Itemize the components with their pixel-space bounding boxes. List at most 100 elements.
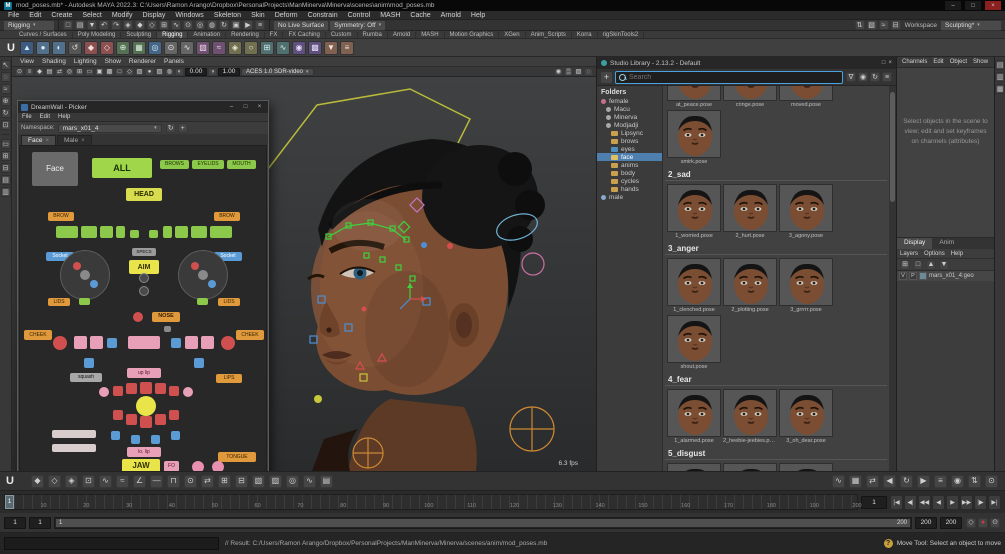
picker-control[interactable] — [73, 262, 81, 270]
picker-control[interactable] — [201, 336, 214, 349]
shelf-tab-animation[interactable]: Animation — [188, 32, 226, 38]
sort-icon[interactable]: ⇅ — [855, 20, 865, 30]
color-controls-icon[interactable]: ▩ — [308, 41, 322, 55]
mel-command-input[interactable] — [4, 537, 219, 550]
pose-thumbnail[interactable] — [667, 315, 721, 363]
picker-control[interactable] — [99, 387, 109, 397]
pose-item[interactable]: 2_hurt.pose — [723, 184, 777, 239]
selection-object-icon[interactable]: ◆ — [135, 20, 145, 30]
motion-trail-icon[interactable]: ∿ — [303, 475, 316, 488]
pose-icon[interactable]: ● — [36, 41, 50, 55]
delete-key-icon[interactable]: ◇ — [100, 41, 114, 55]
toolbox-toggle-icon[interactable]: ⊟ — [891, 20, 901, 30]
lattice-icon[interactable]: ⊞ — [260, 41, 274, 55]
menu-modify[interactable]: Modify — [107, 12, 138, 19]
paint-effects-icon[interactable]: ≈ — [879, 20, 889, 30]
safe-title-icon[interactable]: ◇ — [125, 68, 134, 76]
pose-item[interactable]: 2_heebie-jeebies.pose — [723, 389, 777, 444]
add-item-button[interactable]: + — [600, 71, 613, 84]
pose-thumbnail[interactable] — [667, 86, 721, 101]
pose-thumbnail[interactable] — [667, 389, 721, 437]
pose-thumbnail[interactable] — [667, 258, 721, 306]
safe-action-icon[interactable]: □ — [115, 68, 124, 76]
layer-editor-tab-anim[interactable]: Anim — [932, 238, 961, 249]
snap-value-icon[interactable]: ⊟ — [235, 475, 248, 488]
menu-arnold[interactable]: Arnold — [436, 12, 466, 19]
pose-item[interactable]: 3_sickened.pose — [779, 463, 833, 471]
grid-display-icon[interactable]: ⊞ — [75, 68, 84, 76]
layer-editor-menu-help[interactable]: Help — [948, 251, 966, 257]
joint-icon[interactable]: ⊙ — [164, 41, 178, 55]
picker-control[interactable] — [128, 336, 160, 349]
lighting-icon[interactable]: ◍ — [165, 68, 174, 76]
shelf-tab-motion-graphics[interactable]: Motion Graphics — [445, 32, 500, 38]
picker-brows-button[interactable]: BROWS — [160, 160, 189, 169]
resolution-gate-icon[interactable]: ▣ — [95, 68, 104, 76]
channel-box-menu-show[interactable]: Show — [970, 59, 991, 65]
picker-control[interactable] — [90, 336, 103, 349]
paint-weights-icon[interactable]: ≈ — [212, 41, 226, 55]
pose-item[interactable]: moved.pose — [779, 86, 833, 108]
shelf-tab-custom[interactable]: Custom — [326, 32, 358, 38]
redo-icon[interactable]: ↷ — [111, 20, 121, 30]
picker-control[interactable] — [133, 312, 143, 322]
picker-face-button[interactable]: Face — [32, 152, 78, 186]
picker-canvas[interactable]: FaceALLBROWSEYELIDSMOUTHHEADBROWBROWSock… — [19, 145, 267, 471]
buffer-curve-snapshot-icon[interactable]: ⊙ — [184, 475, 197, 488]
play-backward-button[interactable]: ◀ — [932, 495, 945, 510]
u-logo[interactable]: U — [4, 41, 18, 55]
maximize-button[interactable]: □ — [965, 1, 981, 10]
template-channel-icon[interactable]: ▧ — [252, 475, 265, 488]
pose-thumbnail[interactable] — [779, 258, 833, 306]
pose-thumbnail[interactable] — [779, 389, 833, 437]
picker-menu-help[interactable]: Help — [54, 114, 74, 120]
pose-thumbnail[interactable] — [779, 184, 833, 232]
move-layer-down-icon[interactable]: ▼ — [939, 260, 949, 270]
layer-color-swatch[interactable] — [919, 272, 927, 280]
shelf-tab-korra[interactable]: Korra — [572, 32, 598, 38]
step-back-key-button[interactable]: ◀◀ — [918, 495, 931, 510]
layer-playback-toggle[interactable]: P — [909, 272, 917, 280]
save-scene-icon[interactable]: ▼ — [87, 20, 97, 30]
picker-cheek-button[interactable]: CHEEK — [24, 330, 52, 340]
pose-thumbnail[interactable] — [779, 463, 833, 471]
picker-control[interactable] — [155, 383, 166, 394]
pose-item[interactable]: 1_alarmed.pose — [667, 389, 721, 444]
anim-layer-icon[interactable]: ▤ — [320, 475, 333, 488]
picker-control[interactable] — [79, 298, 90, 305]
picker-control[interactable] — [171, 431, 180, 440]
time-editor-icon[interactable]: ⇄ — [866, 475, 879, 488]
tool-settings-toggle-icon[interactable]: ▦ — [995, 84, 1005, 94]
layer-editor-tab-display[interactable]: Display — [897, 238, 932, 249]
library-float-button[interactable]: □ — [882, 60, 886, 66]
step-forward-key-button[interactable]: ▶▶ — [960, 495, 973, 510]
pose-thumbnail[interactable] — [667, 110, 721, 158]
sync-icon[interactable]: ⇅ — [968, 475, 981, 488]
picker-control[interactable] — [139, 273, 149, 283]
namespace-dropdown[interactable]: mars_x01_4 ▾ — [58, 124, 162, 133]
picker-tongue-button[interactable]: TONGUE — [218, 452, 256, 462]
menu-skin[interactable]: Skin — [246, 12, 270, 19]
menu-control[interactable]: Control — [343, 12, 376, 19]
layer-editor-menu-options[interactable]: Options — [921, 251, 948, 257]
pose-item[interactable]: 3_grrrrr.pose — [779, 258, 833, 313]
undo-icon[interactable]: ↶ — [99, 20, 109, 30]
channel-box-menu-channels[interactable]: Channels — [899, 59, 930, 65]
picker-control[interactable] — [126, 383, 137, 394]
picker-control[interactable] — [169, 410, 179, 420]
blend-shape-icon[interactable]: ◈ — [228, 41, 242, 55]
graph-editor-icon[interactable]: ∿ — [832, 475, 845, 488]
picker-control[interactable] — [116, 226, 125, 238]
menu-edit[interactable]: Edit — [24, 12, 46, 19]
picker-shelf-icon[interactable]: ▦ — [132, 41, 146, 55]
pose-item[interactable]: at_peace.pose — [667, 86, 721, 108]
layout-persp-outliner-icon[interactable]: ⊟ — [1, 163, 11, 173]
picker-control[interactable] — [140, 416, 152, 428]
picker-control[interactable] — [194, 358, 204, 368]
ik-handle-icon[interactable]: ∿ — [180, 41, 194, 55]
symmetry-dropdown[interactable]: Symmetry: Off▾ — [329, 20, 386, 31]
camera-attributes-icon[interactable]: ≡ — [25, 68, 34, 76]
folder-item-anims[interactable]: anims — [597, 161, 662, 169]
picker-control[interactable] — [107, 338, 117, 348]
ghosting-icon[interactable]: ◎ — [286, 475, 299, 488]
